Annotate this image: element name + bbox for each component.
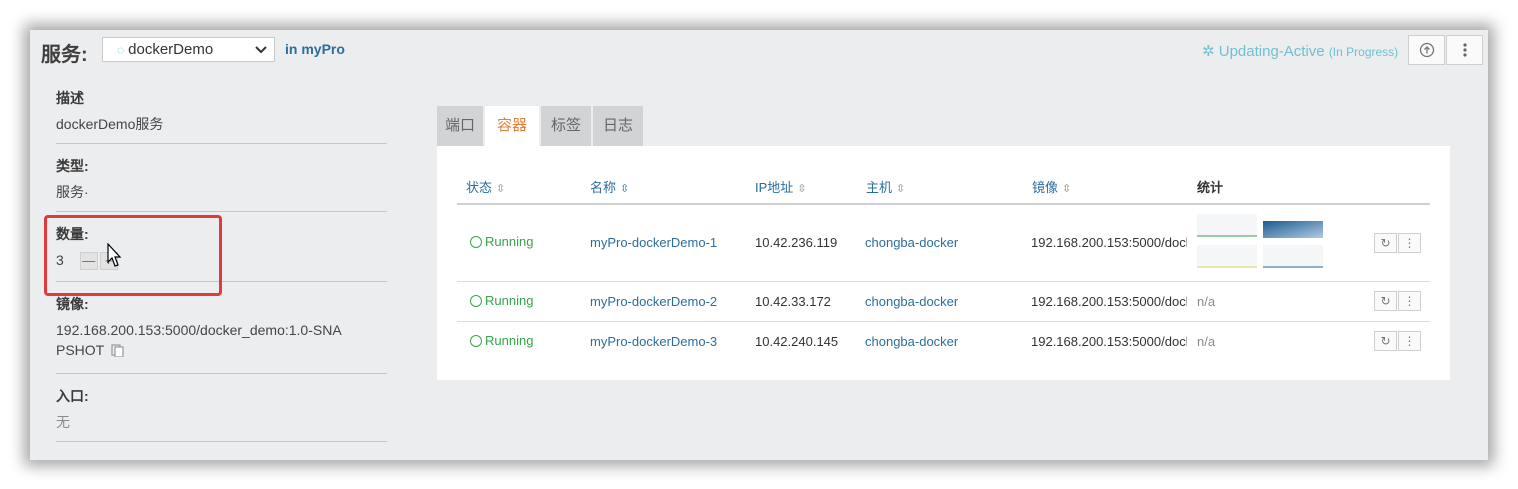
more-actions-button[interactable] (1446, 35, 1483, 65)
upgrade-icon (1419, 42, 1434, 58)
project-context: in myPro (285, 41, 345, 57)
tab-containers[interactable]: 容器 (485, 106, 539, 146)
description-section: 描述 dockerDemo服务 (56, 88, 387, 134)
container-name-link[interactable]: myPro-dockerDemo-1 (590, 235, 717, 250)
tab-logs[interactable]: 日志 (593, 106, 643, 146)
host-link[interactable]: chongba-docker (865, 294, 958, 309)
image-value-row: 192.168.200.153:5000/docker_demo:1.0-SNA… (56, 320, 346, 360)
column-header-host[interactable]: 主机 ⇳ (866, 177, 905, 196)
column-header-stats: 统计 (1197, 180, 1224, 195)
row-actions-button[interactable]: ⋮ (1398, 331, 1421, 351)
kebab-icon: ⋮ (1403, 236, 1416, 250)
entry-label: 入口: (56, 388, 89, 404)
containers-panel: 状态 ⇳ 名称 ⇳ IP地址 ⇳ 主机 ⇳ 镜像 ⇳ 统计 Running myPro-d… (437, 146, 1450, 380)
divider (56, 143, 387, 144)
entry-value: 无 (56, 414, 70, 430)
service-select[interactable]: ◌ dockerDemo (102, 37, 275, 62)
state-text: Updating-Active (1218, 43, 1325, 60)
container-ip: 10.42.236.119 (755, 235, 838, 250)
column-header-ip[interactable]: IP地址 ⇳ (755, 177, 807, 196)
container-image: 192.168.200.153:5000/docker_demo:1.0-SNA… (1031, 235, 1187, 250)
header-divider (457, 203, 1430, 205)
host-link[interactable]: chongba-docker (865, 334, 958, 349)
column-header-image[interactable]: 镜像 ⇳ (1032, 177, 1071, 196)
memory-sparkline (1263, 221, 1323, 238)
divider (56, 373, 387, 374)
column-header-name[interactable]: 名称 ⇳ (590, 177, 629, 196)
service-detail-window: 服务: ◌ dockerDemo in myPro ✲ Updating-Acti… (30, 30, 1488, 460)
service-name: dockerDemo (128, 41, 214, 58)
chevron-down-icon (254, 38, 268, 69)
divider (56, 441, 387, 442)
spinner-icon: ◌ (117, 43, 125, 57)
container-ip: 10.42.33.172 (755, 294, 831, 309)
row-actions-button[interactable]: ⋮ (1398, 291, 1421, 311)
tab-labels[interactable]: 标签 (541, 106, 591, 146)
restart-icon: ↻ (1380, 236, 1391, 250)
row-actions-button[interactable]: ⋮ (1398, 233, 1421, 253)
description-label: 描述 (56, 90, 84, 106)
container-image: 192.168.200.153:5000/docker_demo:1.0-SNA… (1031, 334, 1187, 349)
restart-icon: ↻ (1380, 294, 1391, 308)
container-stats: n/a (1197, 334, 1216, 349)
row-divider (457, 281, 1430, 282)
column-header-state[interactable]: 状态 ⇳ (466, 177, 505, 196)
sort-icon: ⇳ (620, 183, 630, 195)
project-link[interactable]: myPro (301, 41, 345, 57)
image-label: 镜像: (56, 296, 89, 312)
type-label: 类型: (56, 158, 89, 174)
state-detail: (In Progress) (1328, 45, 1399, 59)
copy-icon[interactable] (111, 343, 124, 358)
kebab-icon: ⋮ (1403, 294, 1416, 308)
container-name-link[interactable]: myPro-dockerDemo-2 (590, 294, 717, 309)
restart-icon: ↻ (1380, 334, 1391, 348)
cpu-sparkline (1197, 214, 1257, 237)
disk-sparkline (1263, 245, 1323, 268)
type-value: 服务· (56, 184, 89, 200)
sort-icon: ⇳ (1062, 183, 1072, 195)
service-state: ✲ Updating-Active (In Progress) (1202, 42, 1398, 60)
container-stats: n/a (1197, 294, 1216, 309)
description-value: dockerDemo服务 (56, 116, 164, 132)
image-value: 192.168.200.153:5000/docker_demo:1.0-SNA… (56, 322, 342, 358)
restart-button[interactable]: ↻ (1374, 233, 1397, 253)
kebab-icon: ⋮ (1403, 334, 1416, 348)
restart-button[interactable]: ↻ (1374, 291, 1397, 311)
container-ip: 10.42.240.145 (755, 334, 839, 349)
image-section: 镜像: 192.168.200.153:5000/docker_demo:1.0… (56, 294, 387, 360)
upgrade-button[interactable] (1408, 35, 1445, 65)
row-status: Running (470, 333, 533, 348)
sort-icon: ⇳ (896, 183, 906, 195)
spinner-icon: ✲ (1202, 43, 1215, 60)
container-name-link[interactable]: myPro-dockerDemo-3 (590, 334, 717, 349)
highlight-box (44, 215, 222, 296)
restart-button[interactable]: ↻ (1374, 331, 1397, 351)
page-title: 服务: (41, 44, 88, 66)
row-status: Running (470, 234, 533, 249)
entry-section: 入口: 无 (56, 386, 387, 432)
divider (56, 211, 387, 212)
running-icon (470, 335, 482, 347)
type-section: 类型: 服务· (56, 156, 387, 202)
row-status: Running (470, 293, 533, 308)
sort-icon: ⇳ (496, 183, 506, 195)
in-word: in (285, 41, 298, 57)
kebab-icon (1462, 43, 1467, 57)
host-link[interactable]: chongba-docker (865, 235, 958, 250)
sort-icon: ⇳ (797, 183, 807, 195)
network-sparkline (1197, 245, 1257, 268)
mouse-pointer-icon (107, 243, 122, 267)
row-divider (457, 321, 1430, 322)
container-image: 192.168.200.153:5000/docker_demo:1.0-SNA… (1031, 294, 1187, 309)
running-icon (470, 295, 482, 307)
running-icon (470, 236, 482, 248)
tab-ports[interactable]: 端口 (437, 106, 483, 146)
